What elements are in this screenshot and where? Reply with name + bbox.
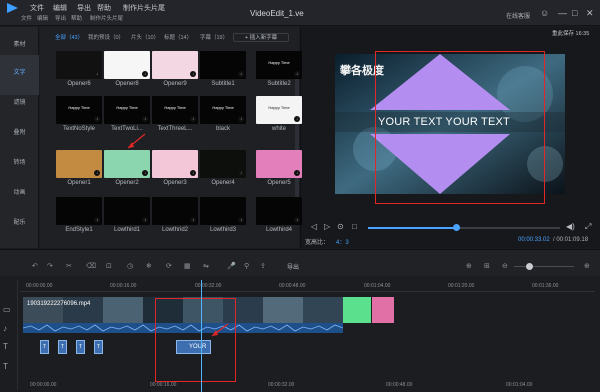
- thumbnail-9[interactable]: Happy Time ↓: [256, 96, 302, 124]
- download-icon[interactable]: ↓: [238, 170, 244, 176]
- thumbnail-5[interactable]: Happy Time ↓: [56, 96, 102, 124]
- thumbnail-label: Opener4: [211, 180, 235, 186]
- thumbnail-17[interactable]: ↓: [152, 197, 198, 225]
- thumbnail-label: Subtitle2: [267, 81, 291, 87]
- download-icon[interactable]: ↓: [294, 71, 300, 77]
- thumbnail-label: black: [215, 126, 230, 132]
- thumbnail-7[interactable]: Happy Time ↓: [152, 96, 198, 124]
- download-icon[interactable]: ↓: [190, 116, 196, 122]
- thumbnail-6[interactable]: Happy Time ↓: [104, 96, 150, 124]
- thumbnail-text: Happy Time: [68, 105, 90, 110]
- thumbnail-14[interactable]: ↓: [256, 150, 302, 178]
- thumbnail-label: Lowthird4: [265, 227, 292, 233]
- download-icon[interactable]: ↓: [142, 170, 148, 176]
- download-icon[interactable]: ↓: [190, 170, 196, 176]
- thumbnail-label: Lowthird3: [209, 227, 236, 233]
- download-icon[interactable]: ↓: [238, 71, 244, 77]
- thumbnail-18[interactable]: ↓: [200, 197, 246, 225]
- thumbnail-2[interactable]: ↓: [152, 51, 198, 79]
- thumbnail-13[interactable]: ↓: [200, 150, 246, 178]
- thumbnail-text: Happy Time: [116, 105, 138, 110]
- thumbnail-0[interactable]: ↓: [56, 51, 102, 79]
- thumbnail-label: Opener5: [267, 180, 291, 186]
- download-icon[interactable]: ↓: [238, 116, 244, 122]
- arrow-head: [212, 330, 218, 336]
- thumbnail-8[interactable]: Happy Time ↓: [200, 96, 246, 124]
- thumbnail-text: Happy Time: [164, 105, 186, 110]
- download-icon[interactable]: ↓: [294, 116, 300, 122]
- thumbnail-label: white: [271, 126, 286, 132]
- download-icon[interactable]: ↓: [142, 71, 148, 77]
- thumbnail-16[interactable]: ↓: [104, 197, 150, 225]
- thumbnail-text: Happy Time: [212, 105, 234, 110]
- download-icon[interactable]: ↓: [142, 116, 148, 122]
- thumbnail-text: Happy Time: [268, 60, 290, 65]
- download-icon[interactable]: ↓: [294, 217, 300, 223]
- download-icon[interactable]: ↓: [190, 71, 196, 77]
- thumbnail-text: Happy Time: [268, 105, 290, 110]
- thumbnail-11[interactable]: ↓: [104, 150, 150, 178]
- download-icon[interactable]: ↓: [94, 116, 100, 122]
- thumbnail-12[interactable]: ↓: [152, 150, 198, 178]
- thumbnail-15[interactable]: ↓: [56, 197, 102, 225]
- download-icon[interactable]: ↓: [294, 170, 300, 176]
- thumbnail-3[interactable]: ↓: [200, 51, 246, 79]
- thumbnail-1[interactable]: ↓: [104, 51, 150, 79]
- download-icon[interactable]: ↓: [142, 217, 148, 223]
- download-icon[interactable]: ↓: [94, 217, 100, 223]
- download-icon[interactable]: ↓: [238, 217, 244, 223]
- thumbnail-4[interactable]: Happy Time ↓: [256, 51, 302, 79]
- download-icon[interactable]: ↓: [94, 170, 100, 176]
- thumbnail-19[interactable]: ↓: [256, 197, 302, 225]
- download-icon[interactable]: ↓: [190, 217, 196, 223]
- download-icon[interactable]: ↓: [94, 71, 100, 77]
- thumbnail-label: Subtitle1: [211, 81, 235, 87]
- thumbnail-10[interactable]: ↓: [56, 150, 102, 178]
- arrow-head: [128, 142, 134, 148]
